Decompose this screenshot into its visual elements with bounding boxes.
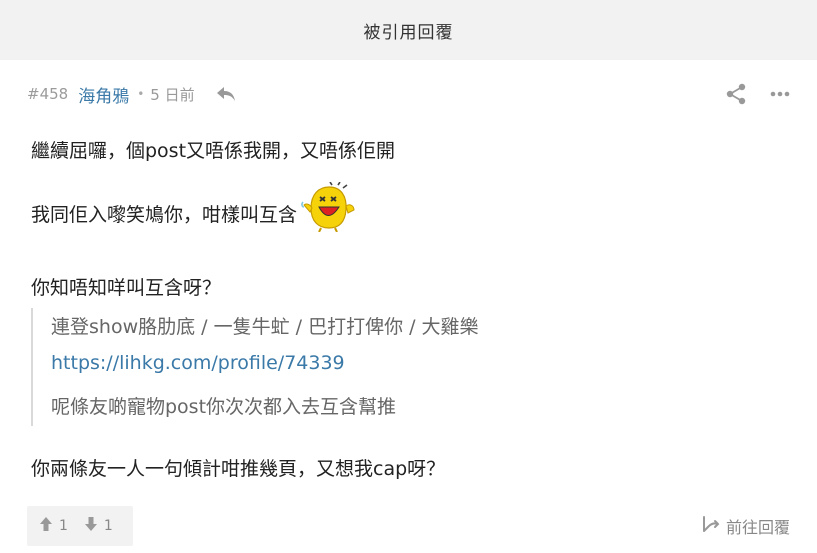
post-text: 我同佢入嚟笑鳩你，咁樣叫互含 <box>31 203 298 226</box>
share-icon[interactable] <box>726 83 746 105</box>
upvote-button[interactable]: 1 <box>39 516 68 536</box>
post-number: #458 <box>27 85 69 103</box>
more-dots-icon[interactable] <box>770 91 790 97</box>
goto-reply-label: 前往回覆 <box>725 518 790 537</box>
post-meta: #458 海角鴉 • 5 日前 <box>27 78 790 110</box>
quote-link-line: https://lihkg.com/profile/74339 <box>51 352 345 374</box>
vote-panel: 1 1 <box>27 506 133 546</box>
goto-reply-button[interactable]: 前往回覆 <box>702 512 790 540</box>
top-bar: 被引用回覆 <box>0 0 817 60</box>
profile-link[interactable]: https://lihkg.com/profile/74339 <box>51 352 345 374</box>
upvote-count: 1 <box>59 518 68 534</box>
laughing-yellow-emoji-icon <box>299 181 359 233</box>
quoted-block: 連登show胳肋底 / 一隻牛虻 / 巴打打俾你 / 大雞樂 https://l… <box>31 308 753 426</box>
meta-separator: • <box>137 87 145 101</box>
quote-line: 連登show胳肋底 / 一隻牛虻 / 巴打打俾你 / 大雞樂 <box>51 316 479 338</box>
thumbs-up-arrow-icon <box>39 516 53 536</box>
post-time: 5 日前 <box>150 85 195 104</box>
thumbs-down-arrow-icon <box>84 516 98 536</box>
reply-arrow-icon[interactable] <box>215 85 237 103</box>
post-actions <box>726 83 790 105</box>
post-text-line: 你知唔知咩叫互含呀？ <box>31 277 222 299</box>
goto-reply-icon <box>702 515 720 537</box>
downvote-count: 1 <box>103 518 113 534</box>
quote-line: 呢條友啲寵物post你次次都入去互含幫推 <box>51 396 397 418</box>
post-text-line: 繼續屈囉，個post又唔係我開，又唔係佢開 <box>31 140 396 162</box>
downvote-button[interactable]: 1 <box>84 516 113 536</box>
post-text-line-with-emoji: 我同佢入嚟笑鳩你，咁樣叫互含 <box>31 181 359 233</box>
page-title: 被引用回覆 <box>363 22 454 43</box>
post-text-line: 你兩條友一人一句傾計咁推幾頁，又想我cap呀？ <box>31 458 446 480</box>
username-link[interactable]: 海角鴉 <box>78 82 129 107</box>
